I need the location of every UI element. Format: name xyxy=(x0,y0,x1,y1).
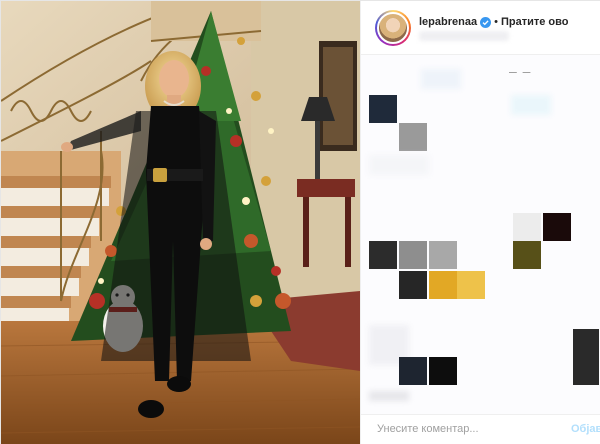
verified-badge-icon xyxy=(480,16,492,28)
avatar-story-ring[interactable] xyxy=(375,10,411,46)
blurred-block xyxy=(369,155,429,175)
post-header: lepabrenaa • Пратите ово xyxy=(361,1,600,55)
username-link[interactable]: lepabrenaa xyxy=(419,16,477,28)
blurred-block xyxy=(511,95,551,115)
separator-dot: • xyxy=(494,16,498,28)
post-side-panel: lepabrenaa • Пратите ово ‒ ‒ Унесите ком… xyxy=(360,1,600,444)
blurred-block xyxy=(429,241,457,269)
blurred-block xyxy=(399,241,427,269)
comment-bar: Објави xyxy=(361,414,600,444)
instagram-post: lepabrenaa • Пратите ово ‒ ‒ Унесите ком… xyxy=(0,0,600,444)
blurred-block xyxy=(429,357,457,385)
post-photo[interactable] xyxy=(1,1,360,444)
blurred-location xyxy=(419,31,509,41)
comment-input[interactable] xyxy=(377,423,527,435)
username-line: lepabrenaa • Пратите ово xyxy=(419,14,568,30)
blurred-block xyxy=(399,357,427,385)
blurred-block xyxy=(399,271,427,299)
blurred-block xyxy=(429,271,457,299)
blurred-block xyxy=(543,213,571,241)
blurred-block xyxy=(369,95,397,123)
more-options-icon[interactable]: ‒ ‒ xyxy=(509,63,531,79)
comments-area-blurred[interactable]: ‒ ‒ xyxy=(361,55,600,415)
blurred-block xyxy=(369,391,409,401)
follow-button[interactable]: Пратите ово xyxy=(501,16,569,28)
photo-scene xyxy=(1,1,360,444)
blurred-block xyxy=(457,271,485,299)
blurred-block xyxy=(513,241,541,269)
blurred-block xyxy=(369,241,397,269)
post-comment-button[interactable]: Објави xyxy=(571,423,600,435)
avatar[interactable] xyxy=(377,12,409,44)
blurred-block xyxy=(573,329,599,385)
blurred-block xyxy=(421,69,461,89)
blurred-block xyxy=(513,213,541,241)
blurred-block xyxy=(399,123,427,151)
